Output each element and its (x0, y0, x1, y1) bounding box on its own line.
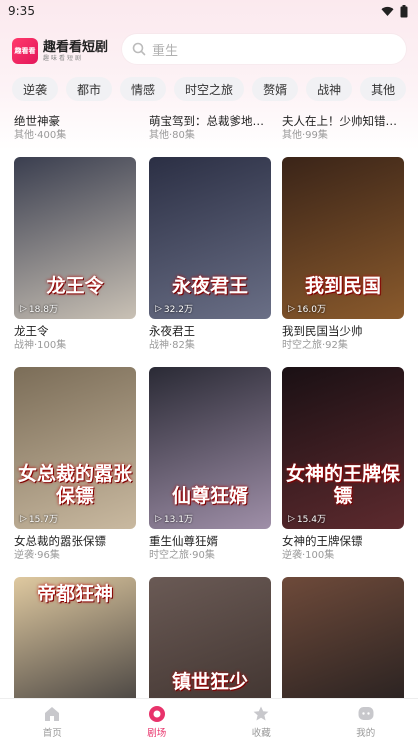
nav-home-label: 首页 (42, 727, 62, 739)
star-icon (253, 706, 269, 720)
play-count-value: 16.0万 (296, 305, 326, 315)
nav-profile-label: 我的 (356, 727, 376, 739)
brand-subtitle: 趣味看短剧 (43, 54, 84, 62)
play-count: ▷ 18.8万 (20, 302, 58, 316)
tab-category[interactable]: 其他 (360, 77, 407, 101)
drama-card[interactable]: 女总裁的嚣张保镖 ▷ 15.7万 女总裁的嚣张保镖 逆袭·96集 (14, 367, 136, 563)
play-count: ▷ 32.2万 (155, 302, 193, 316)
tab-category[interactable]: 时空之旅 (174, 77, 245, 101)
drama-title: 我到民国当少帅 (282, 324, 363, 338)
poster-title: 永夜君王 (171, 275, 248, 297)
poster-title: 仙尊狂婿 (171, 485, 248, 507)
drama-meta: 逆袭·96集 (14, 550, 60, 561)
nav-theater[interactable]: 剧场 (105, 699, 210, 744)
list-item[interactable]: 萌宝驾到：总裁爹地快... 其他·80集 (149, 113, 271, 143)
tab-category[interactable]: 逆袭 (12, 77, 59, 101)
poster-title: 龙王令 (46, 275, 104, 297)
drama-meta: 战神·100集 (14, 340, 67, 351)
home-icon (45, 706, 60, 721)
tab-category[interactable]: 战神 (306, 77, 353, 101)
drama-poster[interactable]: 龙王令 ▷ 18.8万 (14, 157, 136, 319)
drama-title: 女神的王牌保镖 (282, 534, 363, 548)
play-icon: ▷ (155, 513, 162, 524)
search-icon (132, 42, 146, 56)
play-count-value: 13.1万 (163, 515, 193, 525)
drama-poster[interactable]: 仙尊狂婿 ▷ 13.1万 (149, 367, 271, 529)
drama-meta: 时空之旅·90集 (149, 550, 215, 561)
play-count-value: 15.4万 (296, 515, 326, 525)
play-count: ▷ 15.7万 (20, 512, 58, 526)
status-bar: 9:35 (0, 0, 418, 22)
wifi-icon (381, 6, 394, 16)
play-count-value: 18.8万 (28, 305, 58, 315)
drama-poster[interactable]: 女神的王牌保镖 ▷ 15.4万 (282, 367, 404, 529)
status-time: 9:35 (8, 4, 35, 18)
brand-name: 趣看看短剧 (43, 39, 109, 55)
poster-title: 帝都狂神 (36, 583, 113, 605)
drama-card[interactable]: 仙尊狂婿 ▷ 13.1万 重生仙尊狂婿 时空之旅·90集 (149, 367, 271, 563)
drama-meta: 逆袭·100集 (282, 550, 335, 561)
profile-icon (358, 706, 374, 720)
search-input[interactable]: 重生 (122, 34, 406, 64)
drama-card[interactable]: 女神的王牌保镖 ▷ 15.4万 女神的王牌保镖 逆袭·100集 (282, 367, 404, 563)
play-count: ▷ 15.4万 (288, 512, 326, 526)
drama-meta: 战神·82集 (149, 340, 195, 351)
poster-title: 我到民国 (304, 275, 381, 297)
nav-theater-label: 剧场 (147, 727, 167, 739)
play-icon: ▷ (155, 303, 162, 314)
play-icon: ▷ (288, 303, 295, 314)
category-tabs: 逆袭 都市 情感 时空之旅 赘婿 战神 其他 (12, 77, 412, 101)
app-logo: 趣看看 (12, 38, 38, 64)
battery-icon (400, 4, 408, 17)
drama-meta: 其他·99集 (282, 130, 328, 141)
tab-category[interactable]: 情感 (120, 77, 167, 101)
play-count-value: 15.7万 (28, 515, 58, 525)
nav-favorites-label: 收藏 (251, 727, 271, 739)
drama-poster[interactable]: 我到民国 ▷ 16.0万 (282, 157, 404, 319)
drama-title: 夫人在上！少帅知错了！ (282, 114, 404, 128)
drama-meta: 其他·400集 (14, 130, 67, 141)
drama-card[interactable]: 永夜君王 ▷ 32.2万 永夜君王 战神·82集 (149, 157, 271, 353)
search-placeholder: 重生 (152, 43, 179, 59)
drama-card[interactable]: 我到民国 ▷ 16.0万 我到民国当少帅 时空之旅·92集 (282, 157, 404, 353)
nav-home[interactable]: 首页 (0, 699, 105, 744)
app-logo-text: 趣看看 (14, 47, 36, 55)
bottom-nav: 首页 剧场 收藏 我的 (0, 698, 418, 744)
partial-row: 绝世神豪 其他·400集 萌宝驾到：总裁爹地快... 其他·80集 夫人在上！少… (14, 113, 406, 153)
nav-profile[interactable]: 我的 (314, 699, 418, 744)
drama-title: 绝世神豪 (14, 114, 60, 128)
drama-meta: 时空之旅·92集 (282, 340, 348, 351)
play-count-value: 32.2万 (163, 305, 193, 315)
drama-title: 重生仙尊狂婿 (149, 534, 218, 548)
play-icon: ▷ (20, 303, 27, 314)
play-icon: ▷ (20, 513, 27, 524)
drama-card[interactable]: 龙王令 ▷ 18.8万 龙王令 战神·100集 (14, 157, 136, 353)
poster-title: 女神的王牌保镖 (285, 463, 400, 507)
tab-category[interactable]: 都市 (66, 77, 113, 101)
app-header: 趣看看 趣看看短剧 趣味看短剧 重生 (12, 34, 406, 68)
list-item[interactable]: 夫人在上！少帅知错了！ 其他·99集 (282, 113, 404, 143)
play-icon: ▷ (288, 513, 295, 524)
tab-category[interactable]: 赘婿 (252, 77, 299, 101)
poster-title: 镇世狂少 (171, 671, 248, 693)
play-count: ▷ 13.1万 (155, 512, 193, 526)
drama-title: 永夜君王 (149, 324, 195, 338)
list-item[interactable]: 绝世神豪 其他·400集 (14, 113, 136, 143)
drama-poster[interactable]: 永夜君王 ▷ 32.2万 (149, 157, 271, 319)
poster-title: 女总裁的嚣张保镖 (17, 463, 132, 507)
nav-favorites[interactable]: 收藏 (209, 699, 314, 744)
drama-title: 龙王令 (14, 324, 49, 338)
drama-title: 萌宝驾到：总裁爹地快... (149, 114, 271, 128)
play-count: ▷ 16.0万 (288, 302, 326, 316)
status-icons (381, 4, 408, 18)
drama-meta: 其他·80集 (149, 130, 195, 141)
theater-icon (148, 705, 165, 722)
brand: 趣看看短剧 趣味看短剧 (43, 40, 108, 63)
drama-poster[interactable]: 女总裁的嚣张保镖 ▷ 15.7万 (14, 367, 136, 529)
drama-title: 女总裁的嚣张保镖 (14, 534, 106, 548)
